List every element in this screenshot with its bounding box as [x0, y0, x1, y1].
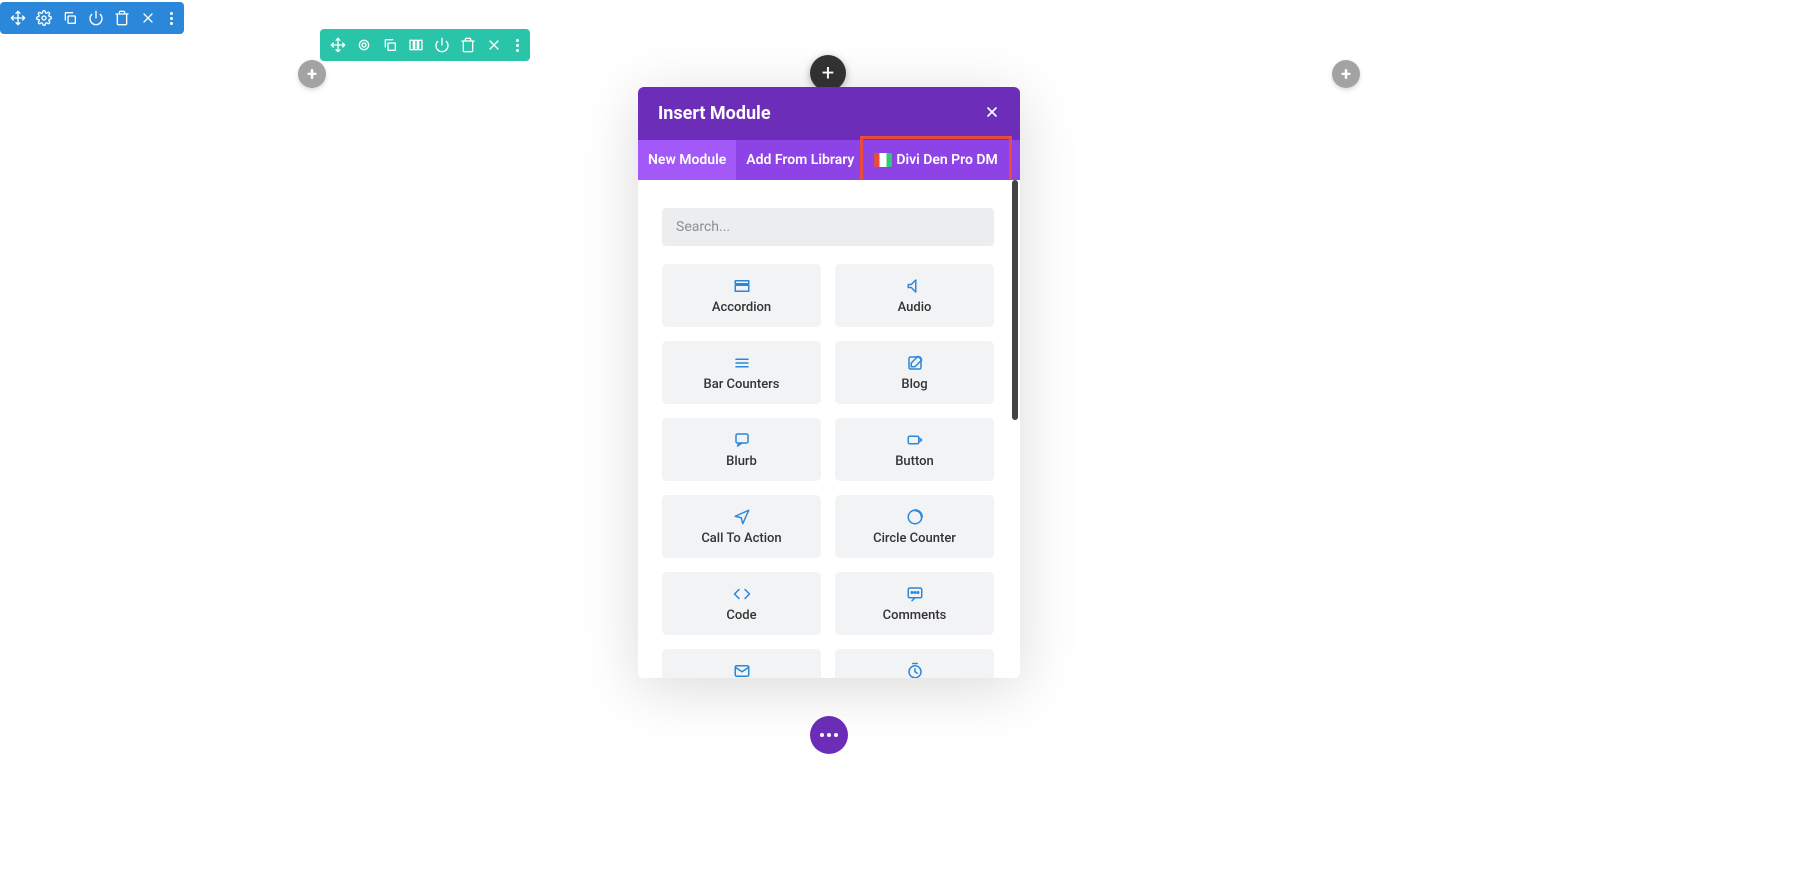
code-icon — [733, 584, 751, 604]
tab-label: Add From Library — [746, 152, 854, 168]
duplicate-icon[interactable] — [58, 6, 82, 30]
module-label: Bar Counters — [704, 377, 780, 392]
module-label: Code — [726, 608, 756, 623]
insert-module-modal: Insert Module New Module Add From Librar… — [638, 87, 1020, 678]
contact-icon — [733, 661, 751, 678]
move-icon[interactable] — [6, 6, 30, 30]
bars-icon — [733, 353, 751, 373]
columns-icon[interactable] — [404, 33, 428, 57]
duplicate-icon[interactable] — [378, 33, 402, 57]
module-audio[interactable]: Audio — [835, 264, 994, 327]
trash-icon[interactable] — [110, 6, 134, 30]
comments-icon — [906, 584, 924, 604]
module-countdown[interactable]: Countdown Timer — [835, 649, 994, 678]
row-toolbar[interactable] — [320, 29, 530, 61]
module-circle[interactable]: Circle Counter — [835, 495, 994, 558]
accordion-icon — [733, 276, 751, 296]
module-cta[interactable]: Call To Action — [662, 495, 821, 558]
modal-header: Insert Module — [638, 87, 1020, 140]
tab-divi-den-pro[interactable]: Divi Den Pro DM — [864, 140, 1007, 180]
more-icon[interactable] — [510, 33, 524, 57]
module-button[interactable]: Button — [835, 418, 994, 481]
tab-label: New Module — [648, 152, 726, 168]
modal-tabs: New Module Add From Library Divi Den Pro… — [638, 140, 1020, 180]
audio-icon — [906, 276, 924, 296]
tab-library[interactable]: Add From Library — [736, 140, 864, 180]
module-label: Audio — [898, 300, 932, 315]
module-label: Blurb — [726, 454, 757, 469]
add-module-left[interactable]: + — [298, 60, 326, 88]
power-icon[interactable] — [84, 6, 108, 30]
more-icon[interactable] — [164, 6, 178, 30]
module-blurb[interactable]: Blurb — [662, 418, 821, 481]
page-settings-fab[interactable] — [810, 716, 848, 754]
section-toolbar[interactable] — [0, 2, 184, 34]
countdown-icon — [906, 661, 924, 678]
cta-icon — [733, 507, 751, 527]
module-contact[interactable]: Contact Form — [662, 649, 821, 678]
module-accordion[interactable]: Accordion — [662, 264, 821, 327]
module-label: Call To Action — [701, 531, 781, 546]
add-module-right[interactable]: + — [1332, 60, 1360, 88]
power-icon[interactable] — [430, 33, 454, 57]
module-comments[interactable]: Comments — [835, 572, 994, 635]
module-label: Comments — [883, 608, 947, 623]
circle-icon — [906, 507, 924, 527]
module-label: Blog — [901, 377, 927, 392]
button-icon — [906, 430, 924, 450]
module-blog[interactable]: Blog — [835, 341, 994, 404]
move-icon[interactable] — [326, 33, 350, 57]
add-module-center[interactable]: + — [810, 55, 846, 91]
ddp-icon — [874, 153, 892, 167]
modal-body: Accordion Audio Bar Counters Blog Blurb Butto… — [638, 180, 1020, 678]
tab-label: Divi Den Pro DM — [896, 152, 997, 168]
tab-new-module[interactable]: New Module — [638, 140, 736, 180]
module-label: Accordion — [712, 300, 771, 315]
blog-icon — [906, 353, 924, 373]
close-icon[interactable] — [482, 33, 506, 57]
blurb-icon — [733, 430, 751, 450]
module-label: Circle Counter — [873, 531, 956, 546]
search-input[interactable] — [662, 208, 994, 246]
trash-icon[interactable] — [456, 33, 480, 57]
module-bar-counters[interactable]: Bar Counters — [662, 341, 821, 404]
gear-icon[interactable] — [32, 6, 56, 30]
gear-icon[interactable] — [352, 33, 376, 57]
close-icon[interactable] — [136, 6, 160, 30]
module-label: Button — [895, 454, 934, 469]
modal-title: Insert Module — [658, 103, 771, 124]
module-grid: Accordion Audio Bar Counters Blog Blurb Butto… — [662, 264, 994, 678]
modal-close-button[interactable] — [984, 104, 1000, 124]
module-code[interactable]: Code — [662, 572, 821, 635]
scrollbar[interactable] — [1012, 180, 1018, 420]
